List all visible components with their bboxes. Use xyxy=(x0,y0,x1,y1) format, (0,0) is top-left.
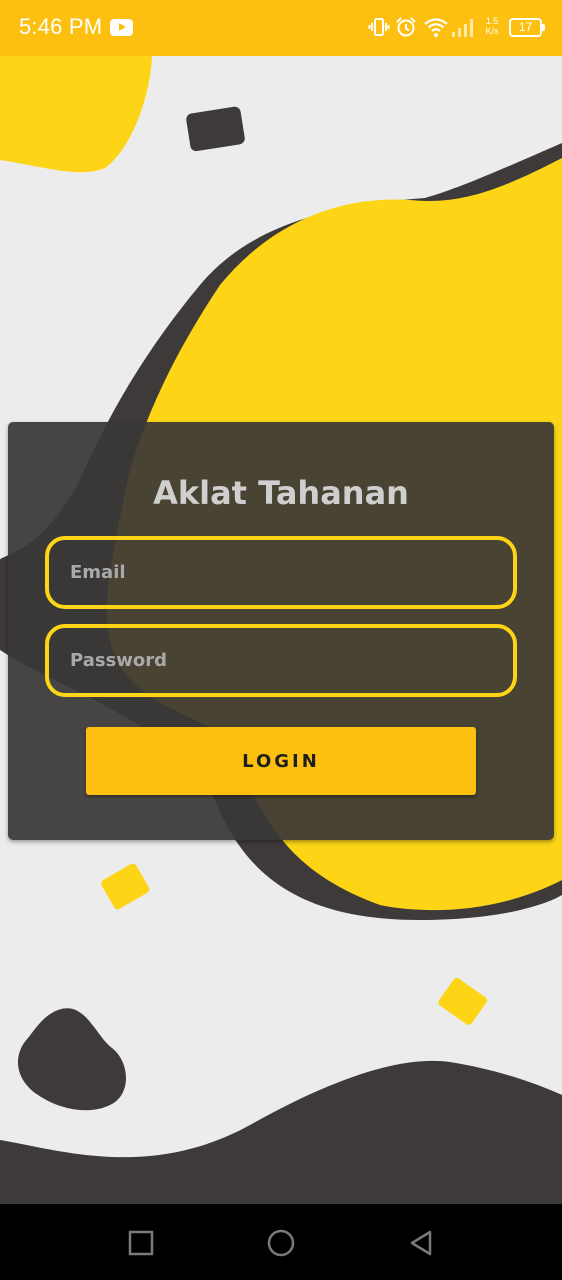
yellow-blob-top-left xyxy=(0,56,152,173)
app-title: Aklat Tahanan xyxy=(153,474,409,512)
back-icon[interactable] xyxy=(406,1228,436,1258)
youtube-icon xyxy=(110,19,133,36)
network-speed-unit: K/s xyxy=(485,26,499,36)
recent-apps-icon[interactable] xyxy=(126,1228,156,1258)
home-icon[interactable] xyxy=(266,1228,296,1258)
password-input[interactable] xyxy=(49,628,513,693)
dark-square-top xyxy=(186,106,245,152)
wifi-icon xyxy=(424,18,448,37)
email-field[interactable] xyxy=(45,536,517,609)
network-speed-value: 1.5 xyxy=(485,16,499,26)
battery-icon: 17 xyxy=(509,18,545,37)
network-speed: 1.5 K/s xyxy=(481,16,503,36)
navigation-bar xyxy=(0,1204,562,1280)
vibrate-icon xyxy=(368,18,390,36)
status-bar: 5:46 PM 1.5 K/s 17 xyxy=(0,0,562,56)
alarm-icon xyxy=(396,17,416,37)
email-input[interactable] xyxy=(49,540,513,605)
login-card: Aklat Tahanan LOGIN xyxy=(8,422,554,840)
dark-blob-bottom-left xyxy=(17,1008,126,1111)
battery-level: 17 xyxy=(518,20,533,34)
yellow-diamond-left xyxy=(101,863,150,910)
signal-icon xyxy=(452,19,473,37)
password-field[interactable] xyxy=(45,624,517,697)
login-button[interactable]: LOGIN xyxy=(86,727,476,795)
status-time: 5:46 PM xyxy=(19,14,103,39)
yellow-diamond-right xyxy=(438,977,487,1025)
